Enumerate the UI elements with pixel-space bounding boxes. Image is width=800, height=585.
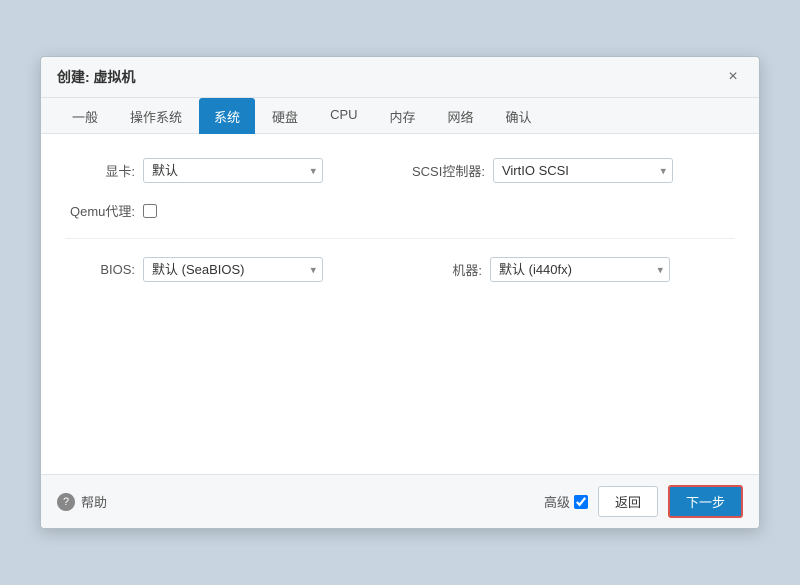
- advanced-label: 高级: [544, 492, 570, 511]
- machine-select[interactable]: 默认 (i440fx): [490, 257, 670, 282]
- display-select-wrapper: 默认: [143, 158, 323, 183]
- bios-select[interactable]: 默认 (SeaBIOS): [143, 257, 323, 282]
- divider: [65, 238, 735, 239]
- dialog-header: 创建: 虚拟机 ×: [41, 57, 759, 98]
- advanced-checkbox[interactable]: [574, 495, 588, 509]
- tab-disk[interactable]: 硬盘: [257, 98, 313, 134]
- form-row-bios-machine: BIOS: 默认 (SeaBIOS) 机器: 默认 (i440fx): [65, 257, 735, 282]
- tab-memory[interactable]: 内存: [375, 98, 431, 134]
- machine-select-wrapper: 默认 (i440fx): [490, 257, 670, 282]
- form-group-bios: BIOS: 默认 (SeaBIOS): [65, 257, 388, 282]
- form-group-qemu: Qemu代理:: [65, 201, 735, 220]
- next-button[interactable]: 下一步: [668, 485, 743, 518]
- footer-left: ? 帮助: [57, 492, 107, 511]
- scsi-select-wrapper: VirtIO SCSI: [493, 158, 673, 183]
- scsi-label: SCSI控制器:: [412, 161, 485, 180]
- help-icon[interactable]: ?: [57, 493, 75, 511]
- scsi-select[interactable]: VirtIO SCSI: [493, 158, 673, 183]
- form-row-qemu: Qemu代理:: [65, 201, 735, 220]
- machine-label: 机器:: [412, 260, 482, 279]
- dialog-body: 显卡: 默认 SCSI控制器: VirtIO SCSI Qemu代理:: [41, 134, 759, 474]
- tab-confirm[interactable]: 确认: [491, 98, 547, 134]
- tab-cpu[interactable]: CPU: [315, 98, 372, 134]
- bios-label: BIOS:: [65, 262, 135, 277]
- display-label: 显卡:: [65, 161, 135, 180]
- back-button[interactable]: 返回: [598, 486, 658, 517]
- display-select[interactable]: 默认: [143, 158, 323, 183]
- form-group-machine: 机器: 默认 (i440fx): [412, 257, 735, 282]
- tab-os[interactable]: 操作系统: [115, 98, 197, 134]
- qemu-label: Qemu代理:: [65, 201, 135, 220]
- advanced-group: 高级: [544, 492, 588, 511]
- footer-right: 高级 返回 下一步: [544, 485, 743, 518]
- tab-network[interactable]: 网络: [433, 98, 489, 134]
- form-group-scsi: SCSI控制器: VirtIO SCSI: [412, 158, 735, 183]
- qemu-checkbox[interactable]: [143, 204, 157, 218]
- tab-general[interactable]: 一般: [57, 98, 113, 134]
- create-vm-dialog: 创建: 虚拟机 × 一般 操作系统 系统 硬盘 CPU 内存 网络 确认 显卡:…: [40, 56, 760, 529]
- tab-system[interactable]: 系统: [199, 98, 255, 134]
- bios-select-wrapper: 默认 (SeaBIOS): [143, 257, 323, 282]
- help-label: 帮助: [81, 492, 107, 511]
- tab-bar: 一般 操作系统 系统 硬盘 CPU 内存 网络 确认: [41, 98, 759, 134]
- close-button[interactable]: ×: [723, 67, 743, 87]
- dialog-title: 创建: 虚拟机: [57, 67, 136, 87]
- dialog-footer: ? 帮助 高级 返回 下一步: [41, 474, 759, 528]
- form-row-display-scsi: 显卡: 默认 SCSI控制器: VirtIO SCSI: [65, 158, 735, 183]
- form-group-display: 显卡: 默认: [65, 158, 388, 183]
